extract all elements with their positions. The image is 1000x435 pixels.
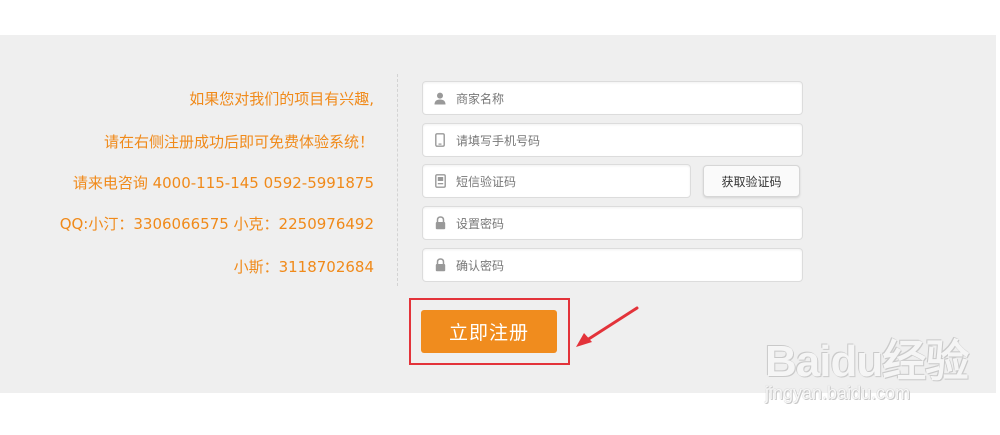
- info-line-free-trial: 请在右侧注册成功后即可免费体验系统！: [103, 133, 374, 151]
- panel-divider: [397, 74, 398, 286]
- merchant-name-placeholder: 商家名称: [456, 91, 505, 106]
- baidu-watermark: Baidu经验 jingyan.baidu.com: [765, 325, 985, 420]
- info-line-phone: 请来电咨询 4000-115-145 0592-5991875: [72, 174, 374, 192]
- get-code-button[interactable]: 获取验证码: [703, 165, 800, 197]
- register-button[interactable]: 立即注册: [421, 310, 557, 353]
- sms-code-placeholder: 短信验证码: [456, 174, 517, 189]
- watermark-logo: Baidu经验: [765, 337, 969, 386]
- info-line-qq-2: 小斯：3118702684: [233, 258, 374, 276]
- phone-icon: [433, 133, 447, 147]
- merchant-name-input[interactable]: 商家名称: [422, 81, 803, 115]
- confirm-password-input[interactable]: 确认密码: [422, 248, 803, 282]
- user-icon: [433, 91, 447, 105]
- lock-icon: [433, 258, 447, 272]
- phone-input[interactable]: 请填写手机号码: [422, 123, 803, 157]
- phone-placeholder: 请填写手机号码: [456, 133, 541, 148]
- sms-code-input[interactable]: 短信验证码: [422, 164, 691, 198]
- password-input[interactable]: 设置密码: [422, 206, 803, 240]
- info-line-interest: 如果您对我们的项目有兴趣,: [189, 90, 374, 108]
- info-line-qq: QQ:小汀：3306066575 小克：2250976492: [59, 215, 374, 233]
- password-placeholder: 设置密码: [456, 216, 505, 231]
- watermark-url: jingyan.baidu.com: [765, 383, 911, 403]
- confirm-password-placeholder: 确认密码: [456, 258, 505, 273]
- annotation-arrow-icon: [576, 306, 639, 347]
- lock-icon: [433, 216, 447, 230]
- sms-icon: [433, 174, 447, 188]
